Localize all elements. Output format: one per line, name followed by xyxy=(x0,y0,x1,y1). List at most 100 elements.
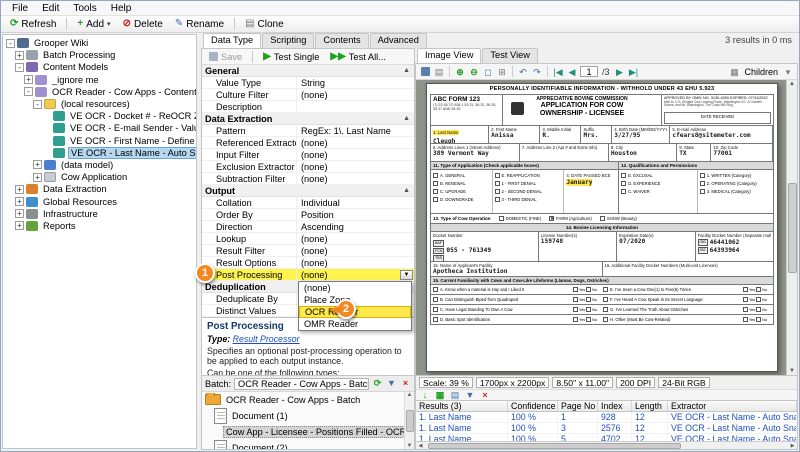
delete-button[interactable]: ⊘Delete xyxy=(118,18,168,31)
document-page[interactable]: PERSONALLY IDENTIFIABLE INFORMATION - WI… xyxy=(426,83,778,372)
batch-item[interactable]: Document (2) xyxy=(202,438,404,449)
test-all-button[interactable]: ▶▶Test All... xyxy=(326,52,390,62)
tree-expander-icon[interactable]: - xyxy=(15,63,24,72)
tree-expander-icon[interactable]: - xyxy=(24,87,33,96)
results-column-header[interactable]: Index xyxy=(598,401,632,411)
category-collapse-icon[interactable]: ▲ xyxy=(403,187,410,194)
property-value[interactable]: Ascending xyxy=(297,221,414,232)
batch-filter-icon[interactable]: ▼ xyxy=(386,378,397,389)
scroll-up-icon[interactable]: ▲ xyxy=(407,392,413,398)
scroll-thumb[interactable] xyxy=(406,410,414,432)
next-page-icon[interactable]: ▶ xyxy=(614,66,626,78)
scroll-down-icon[interactable]: ▼ xyxy=(789,368,795,374)
zoom-out-icon[interactable]: ⊖ xyxy=(468,66,480,78)
results-column-header[interactable]: Page No xyxy=(558,401,598,411)
rotate-left-icon[interactable]: ↶ xyxy=(517,66,529,78)
tree-node[interactable]: + Global Resources xyxy=(3,195,196,207)
batch-item[interactable]: Cow App - Licensee - Positions Filled - … xyxy=(202,425,404,438)
property-tab[interactable]: Data Type xyxy=(203,33,261,48)
menu-item[interactable]: Edit xyxy=(35,2,66,15)
clone-button[interactable]: ▤Clone xyxy=(240,18,289,31)
category-collapse-icon[interactable]: ▲ xyxy=(403,115,410,122)
tree-node[interactable]: + Batch Processing xyxy=(3,49,196,61)
dropdown-option[interactable]: (none) xyxy=(299,282,411,294)
tree-node[interactable]: VE OCR - First Name - Define Region xyxy=(3,135,196,147)
tree-expander-icon[interactable]: - xyxy=(6,39,15,48)
fit-width-icon[interactable]: ◻ xyxy=(482,66,494,78)
tree-expander-icon[interactable]: + xyxy=(15,209,24,218)
property-value[interactable]: (none) xyxy=(297,257,414,268)
scroll-left-icon[interactable]: ◀ xyxy=(416,443,425,449)
result-row[interactable]: 1. Last Name 100 % 1 928 12 VE OCR - Las… xyxy=(416,412,797,423)
pan-icon[interactable]: ⊞ xyxy=(496,66,508,78)
tree-node[interactable]: + _ignore me xyxy=(3,74,196,86)
tree-expander-icon[interactable]: - xyxy=(33,100,42,109)
result-processor-link[interactable]: Result Processor xyxy=(233,334,300,344)
add-button[interactable]: +Add▾ xyxy=(72,18,115,31)
zoom-in-icon[interactable]: ⊕ xyxy=(454,66,466,78)
scale-box[interactable]: Scale: 39 % xyxy=(419,377,473,388)
property-tab[interactable]: Scripting xyxy=(262,33,314,48)
tree-expander-icon[interactable]: + xyxy=(15,197,24,206)
property-value[interactable]: (none) xyxy=(297,173,414,184)
property-value[interactable]: (none) xyxy=(297,137,414,148)
tree-expander-icon[interactable]: + xyxy=(15,221,24,230)
rotate-right-icon[interactable]: ↷ xyxy=(531,66,543,78)
results-column-header[interactable]: Extractor xyxy=(668,401,797,411)
tree-node[interactable]: - OCR Reader - Cow Apps - Content Model xyxy=(3,86,196,98)
batch-refresh-icon[interactable]: ⟳ xyxy=(372,378,383,389)
batch-item[interactable]: OCR Reader - Cow Apps - Batch xyxy=(202,393,404,406)
page-number-input[interactable]: 1 xyxy=(580,66,598,77)
property-value[interactable]: (none) xyxy=(297,89,414,100)
property-value[interactable]: String xyxy=(297,77,414,88)
category-collapse-icon[interactable]: ▲ xyxy=(403,67,410,74)
image-viewer[interactable]: PERSONALLY IDENTIFIABLE INFORMATION - WI… xyxy=(416,80,797,375)
prev-page-icon[interactable]: ◀ xyxy=(566,66,578,78)
scroll-up-icon[interactable]: ▲ xyxy=(789,81,795,87)
children-select[interactable]: Children xyxy=(742,67,780,77)
tree-node[interactable]: + Infrastructure xyxy=(3,208,196,220)
batch-item[interactable]: Document (1) xyxy=(202,406,404,425)
result-row[interactable]: 1. Last Name 100 % 3 2576 12 VE OCR - La… xyxy=(416,423,797,434)
property-value[interactable]: RegEx: 1\. Last Name xyxy=(297,125,414,136)
property-value[interactable]: (none) xyxy=(297,269,414,280)
batch-close-icon[interactable]: × xyxy=(400,378,411,389)
tree-expander-icon[interactable]: + xyxy=(33,173,42,182)
viewer-vertical-scrollbar[interactable]: ▲▼ xyxy=(786,80,797,375)
save-image-icon[interactable] xyxy=(419,66,431,78)
property-value[interactable]: (none) xyxy=(297,233,414,244)
children-caret-icon[interactable]: ▾ xyxy=(782,66,794,78)
property-value[interactable]: Individual xyxy=(297,197,414,208)
property-value[interactable]: (none) xyxy=(297,161,414,172)
tree-expander-icon[interactable]: + xyxy=(15,51,24,60)
test-single-button[interactable]: ▶Test Single xyxy=(259,52,323,62)
property-tab[interactable]: Contents xyxy=(315,33,368,48)
rename-button[interactable]: ✎Rename xyxy=(170,18,229,31)
tree-expander-icon[interactable]: + xyxy=(33,160,42,169)
dropdown-button[interactable]: ▼ xyxy=(400,270,413,280)
tree-expander-icon[interactable]: + xyxy=(24,75,33,84)
menu-item[interactable]: Help xyxy=(104,2,139,15)
save-button[interactable]: Save xyxy=(205,52,246,62)
results-column-header[interactable]: Length xyxy=(632,401,668,411)
refresh-button[interactable]: ⟳Refresh xyxy=(5,18,61,31)
tree-node[interactable]: - (local resources) xyxy=(3,98,196,110)
property-value[interactable] xyxy=(297,101,414,112)
tree-node[interactable]: VE OCR - Last Name - Auto Snap xyxy=(3,147,196,159)
property-value[interactable]: (none) xyxy=(297,149,414,160)
menu-item[interactable]: File xyxy=(5,2,35,15)
scroll-track[interactable] xyxy=(426,443,787,449)
tree-node[interactable]: - Grooper Wiki xyxy=(3,37,196,49)
scroll-right-icon[interactable]: ▶ xyxy=(788,443,797,449)
tree-node[interactable]: VE OCR - Docket # - ReOCR Zone xyxy=(3,110,196,122)
menu-item[interactable]: Tools xyxy=(66,2,103,15)
viewer-tab[interactable]: Test View xyxy=(482,48,538,63)
tree-node[interactable]: VE OCR - E-mail Sender - Value Extractor xyxy=(3,122,196,134)
batch-selector[interactable]: OCR Reader - Cow Apps - Batch xyxy=(234,378,369,390)
copy-image-icon[interactable]: ▤ xyxy=(433,66,445,78)
tree-node[interactable]: - Content Models xyxy=(3,61,196,73)
tree-node[interactable]: + Cow Application xyxy=(3,171,196,183)
first-page-icon[interactable]: |◀ xyxy=(552,66,564,78)
scroll-thumb[interactable] xyxy=(788,183,797,273)
property-value[interactable]: (none) xyxy=(297,245,414,256)
